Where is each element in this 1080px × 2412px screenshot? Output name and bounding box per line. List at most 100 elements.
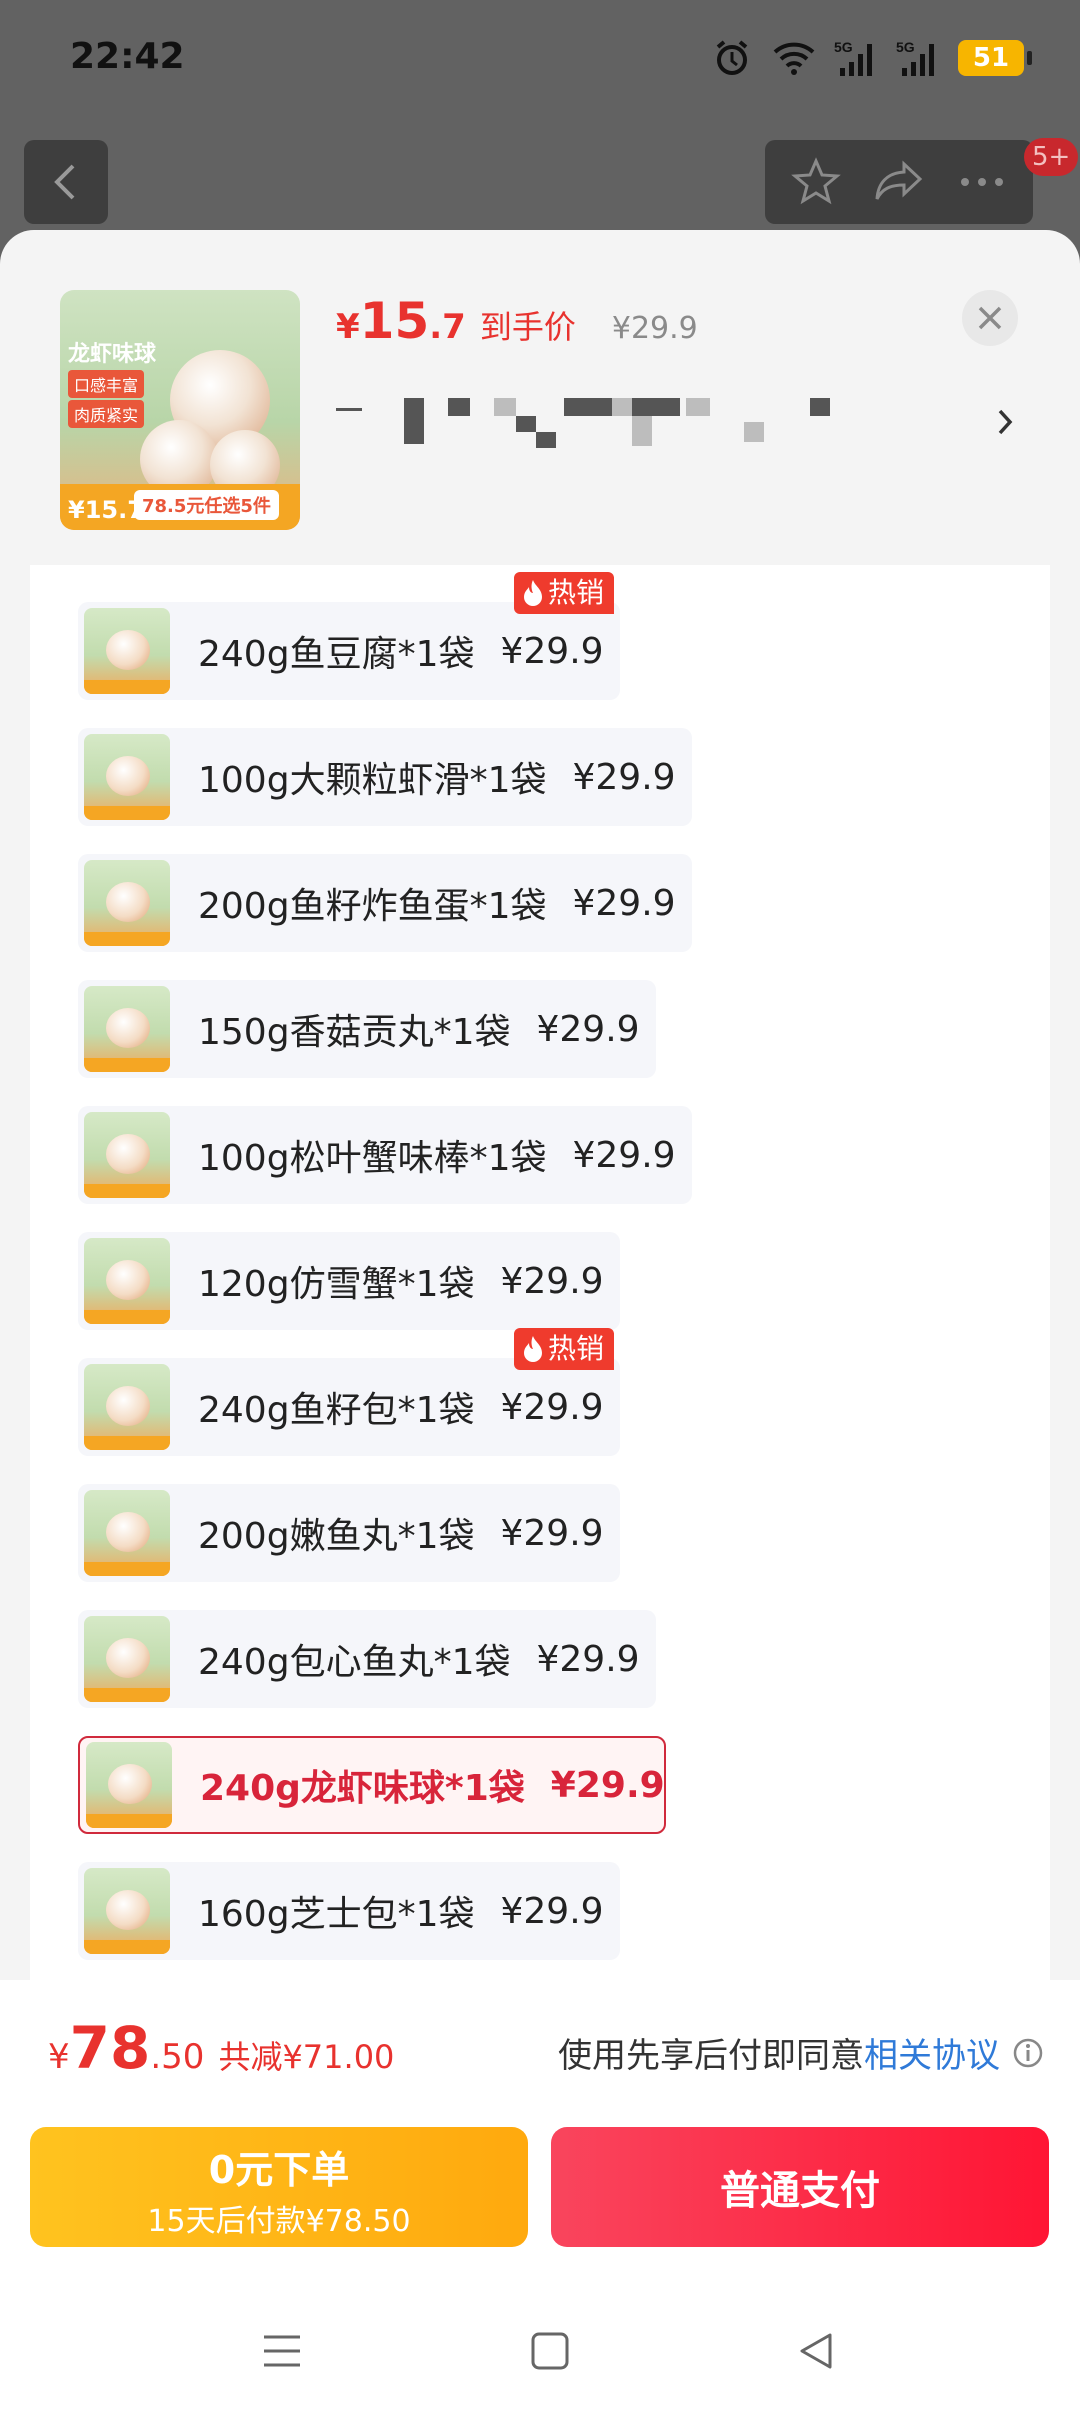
pay-later-button[interactable]: 0元下单 15天后付款¥78.50 xyxy=(30,2127,528,2247)
flame-icon xyxy=(522,579,544,607)
back-button[interactable] xyxy=(24,140,108,224)
agreement-link[interactable]: 相关协议 xyxy=(864,2028,1000,2077)
option-list: 240g鱼豆腐*1袋 ¥29.9 热销 100g大颗粒虾滑*1袋 ¥29.9 2… xyxy=(30,565,1050,1980)
option-item[interactable]: 100g大颗粒虾滑*1袋 ¥29.9 xyxy=(78,728,692,826)
status-bar: 22:42 5G 5G 51 xyxy=(0,0,1080,120)
chevron-right-icon[interactable] xyxy=(990,402,1020,442)
thumb-tag: 肉质紧实 xyxy=(68,400,145,428)
option-thumbnail xyxy=(84,734,170,820)
signal-5g-icon: 5G xyxy=(834,36,878,80)
option-label: 240g鱼籽包*1袋 xyxy=(198,1390,475,1431)
option-thumbnail xyxy=(84,1238,170,1324)
option-label: 160g芝士包*1袋 xyxy=(198,1894,475,1935)
sku-selection-sheet: 龙虾味球 口感丰富 肉质紧实 ¥15.7 78.5元任选5件 ¥15.7 到手价… xyxy=(0,230,1080,2412)
back-nav-icon[interactable] xyxy=(786,2321,846,2381)
thumb-promo: 78.5元任选5件 xyxy=(134,490,279,520)
svg-text:5G: 5G xyxy=(896,39,915,55)
option-item[interactable]: 240g鱼籽包*1袋 ¥29.9 xyxy=(78,1358,620,1456)
option-thumbnail xyxy=(86,1742,172,1828)
option-thumbnail xyxy=(84,608,170,694)
pay-later-subtitle: 15天后付款¥78.50 xyxy=(147,2204,411,2239)
home-icon[interactable] xyxy=(520,2321,580,2381)
final-price-label: 到手价 xyxy=(479,308,576,346)
option-item[interactable]: 160g芝士包*1袋 ¥29.9 xyxy=(78,1862,620,1960)
option-label: 100g松叶蟹味棒*1袋 xyxy=(198,1138,547,1179)
info-icon[interactable] xyxy=(1012,2037,1044,2069)
status-icons: 5G 5G 51 xyxy=(710,36,1032,80)
option-price: ¥29.9 xyxy=(500,1386,604,1428)
chevron-left-icon xyxy=(54,164,75,200)
option-price: ¥29.9 xyxy=(536,1008,640,1050)
option-thumbnail xyxy=(84,1364,170,1450)
order-summary: ¥ 78 .50 共减¥71.00 使用先享后付即同意 相关协议 xyxy=(0,1980,1080,2115)
star-icon[interactable] xyxy=(786,152,846,212)
payment-actions: 0元下单 15天后付款¥78.50 普通支付 xyxy=(0,2115,1080,2285)
pay-later-title: 0元下单 xyxy=(208,2148,350,2192)
option-item-selected[interactable]: 240g龙虾味球*1袋 ¥29.9 xyxy=(78,1736,666,1834)
option-price: ¥29.9 xyxy=(500,1512,604,1554)
option-label: 240g鱼豆腐*1袋 xyxy=(198,634,475,675)
thumb-tag: 口感丰富 xyxy=(68,370,145,398)
more-icon[interactable] xyxy=(952,152,1012,212)
agreement-note: 使用先享后付即同意 相关协议 xyxy=(558,2028,1044,2077)
option-item[interactable]: 240g鱼豆腐*1袋 ¥29.9 xyxy=(78,602,620,700)
option-item[interactable]: 100g松叶蟹味棒*1袋 ¥29.9 xyxy=(78,1106,692,1204)
option-thumbnail xyxy=(84,860,170,946)
product-thumbnail[interactable]: 龙虾味球 口感丰富 肉质紧实 ¥15.7 78.5元任选5件 xyxy=(60,290,300,530)
option-label: 120g仿雪蟹*1袋 xyxy=(198,1264,475,1305)
status-time: 22:42 xyxy=(70,36,185,77)
option-label: 200g鱼籽炸鱼蛋*1袋 xyxy=(198,886,547,927)
redacted-address[interactable] xyxy=(336,398,836,458)
option-thumbnail xyxy=(84,1616,170,1702)
hot-label: 热销 xyxy=(548,1332,605,1365)
option-item[interactable]: 120g仿雪蟹*1袋 ¥29.9 xyxy=(78,1232,620,1330)
option-label: 240g龙虾味球*1袋 xyxy=(200,1768,525,1809)
pay-now-button[interactable]: 普通支付 xyxy=(551,2127,1049,2247)
option-price: ¥29.9 xyxy=(572,756,676,798)
option-thumbnail xyxy=(84,1868,170,1954)
option-price: ¥29.9 xyxy=(500,630,604,672)
hot-label: 热销 xyxy=(548,576,605,609)
price-line: ¥15.7 到手价 ¥29.9 xyxy=(336,292,698,350)
option-item[interactable]: 150g香菇贡丸*1袋 ¥29.9 xyxy=(78,980,656,1078)
top-actions xyxy=(765,140,1033,224)
hot-badge: 热销 xyxy=(514,1328,615,1370)
system-nav-bar xyxy=(0,2285,1080,2412)
thumb-title: 龙虾味球 xyxy=(68,342,157,367)
message-badge: 5+ xyxy=(1024,138,1079,176)
option-label: 200g嫩鱼丸*1袋 xyxy=(198,1516,475,1557)
option-price: ¥29.9 xyxy=(500,1890,604,1932)
final-price: ¥15.7 xyxy=(336,292,466,350)
option-price: ¥29.9 xyxy=(536,1638,640,1680)
close-icon xyxy=(978,306,1002,330)
product-header: 龙虾味球 口感丰富 肉质紧实 ¥15.7 78.5元任选5件 ¥15.7 到手价… xyxy=(0,230,1080,565)
option-thumbnail xyxy=(84,1490,170,1576)
svg-text:5G: 5G xyxy=(834,39,853,55)
option-price: ¥29.9 xyxy=(550,1764,665,1806)
option-label: 100g大颗粒虾滑*1袋 xyxy=(198,760,547,801)
option-price: ¥29.9 xyxy=(500,1260,604,1302)
option-thumbnail xyxy=(84,1112,170,1198)
savings: 共减¥71.00 xyxy=(218,2038,395,2076)
close-button[interactable] xyxy=(962,290,1018,346)
alarm-icon xyxy=(710,36,754,80)
signal-5g-icon-2: 5G xyxy=(896,36,940,80)
option-item[interactable]: 240g包心鱼丸*1袋 ¥29.9 xyxy=(78,1610,656,1708)
option-item[interactable]: 200g鱼籽炸鱼蛋*1袋 ¥29.9 xyxy=(78,854,692,952)
thumb-price: ¥15.7 xyxy=(68,496,144,524)
total-price: ¥ 78 .50 共减¥71.00 xyxy=(48,2014,395,2082)
option-price: ¥29.9 xyxy=(572,1134,676,1176)
option-item[interactable]: 200g嫩鱼丸*1袋 ¥29.9 xyxy=(78,1484,620,1582)
original-price: ¥29.9 xyxy=(611,311,698,346)
share-icon[interactable] xyxy=(869,152,929,212)
flame-icon xyxy=(522,1335,544,1363)
menu-icon[interactable] xyxy=(252,2321,312,2381)
option-price: ¥29.9 xyxy=(572,882,676,924)
hot-badge: 热销 xyxy=(514,572,615,614)
wifi-icon xyxy=(772,36,816,80)
battery-indicator: 51 xyxy=(958,40,1032,76)
agreement-text: 使用先享后付即同意 xyxy=(558,2036,864,2076)
option-thumbnail xyxy=(84,986,170,1072)
option-label: 240g包心鱼丸*1袋 xyxy=(198,1642,511,1683)
option-label: 150g香菇贡丸*1袋 xyxy=(198,1012,511,1053)
